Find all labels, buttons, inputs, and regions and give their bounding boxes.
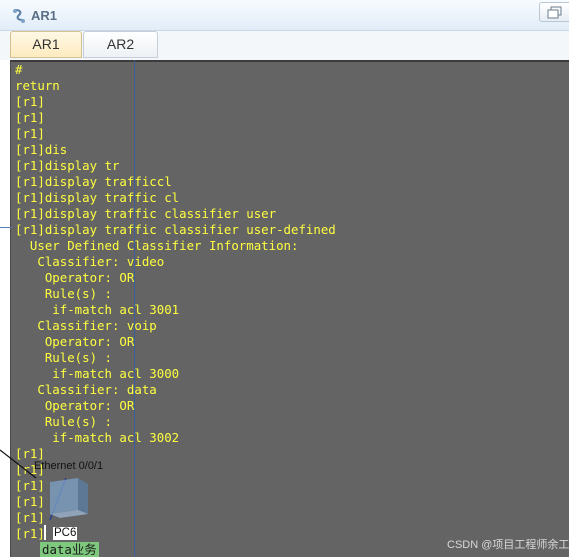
restore-window-button[interactable] — [539, 2, 569, 22]
window-title: AR1 — [31, 8, 58, 23]
watermark: CSDN @项目工程师余工 — [447, 539, 569, 551]
console-line: Classifier: video — [15, 254, 165, 269]
cli-console[interactable]: # return [r1] [r1] [r1] [r1]dis [r1]display tr… — [10, 60, 569, 557]
console-line: if-match acl 3001 — [15, 302, 180, 317]
device-description: data业务 — [40, 542, 99, 557]
console-line: User Defined Classifier Information: — [15, 238, 299, 253]
console-line: Rule(s) : — [15, 286, 112, 301]
console-line: [r1]dis — [15, 142, 68, 157]
console-line: [r1]display traffic classifier user — [15, 206, 277, 221]
port-label: Ethernet 0/0/1 — [34, 460, 104, 472]
console-line: [r1]display trafficcl — [15, 174, 172, 189]
console-line: [r1] — [15, 110, 45, 125]
window-titlebar: AR1 — [0, 0, 569, 31]
console-line: Rule(s) : — [15, 414, 112, 429]
topology-link-line — [134, 60, 135, 557]
tab-ar2[interactable]: AR2 — [83, 31, 158, 58]
device-label: PC6 — [53, 527, 78, 540]
console-line: [r1] — [15, 94, 45, 109]
console-line: Rule(s) : — [15, 350, 112, 365]
console-line: if-match acl 3002 — [15, 430, 180, 445]
console-line: Classifier: data — [15, 382, 157, 397]
console-line: # — [15, 62, 23, 77]
router-config-icon — [11, 8, 27, 24]
console-line: Operator: OR — [15, 334, 135, 349]
console-line: Classifier: voip — [15, 318, 157, 333]
console-line: [r1]display tr — [15, 158, 120, 173]
console-line: Operator: OR — [15, 270, 135, 285]
console-line: [r1]display traffic cl — [15, 190, 180, 205]
topology-link-line-horizontal — [0, 227, 12, 228]
text-cursor — [44, 525, 46, 540]
tab-ar1[interactable]: AR1 — [10, 31, 82, 58]
session-tabstrip: AR1 AR2 — [0, 31, 569, 60]
console-line: if-match acl 3000 — [15, 366, 180, 381]
console-line: return — [15, 78, 60, 93]
console-line: Operator: OR — [15, 398, 135, 413]
console-line: [r1]display traffic classifier user-defi… — [15, 222, 336, 237]
console-line: [r1] — [15, 126, 45, 141]
pc-icon[interactable] — [44, 474, 92, 520]
